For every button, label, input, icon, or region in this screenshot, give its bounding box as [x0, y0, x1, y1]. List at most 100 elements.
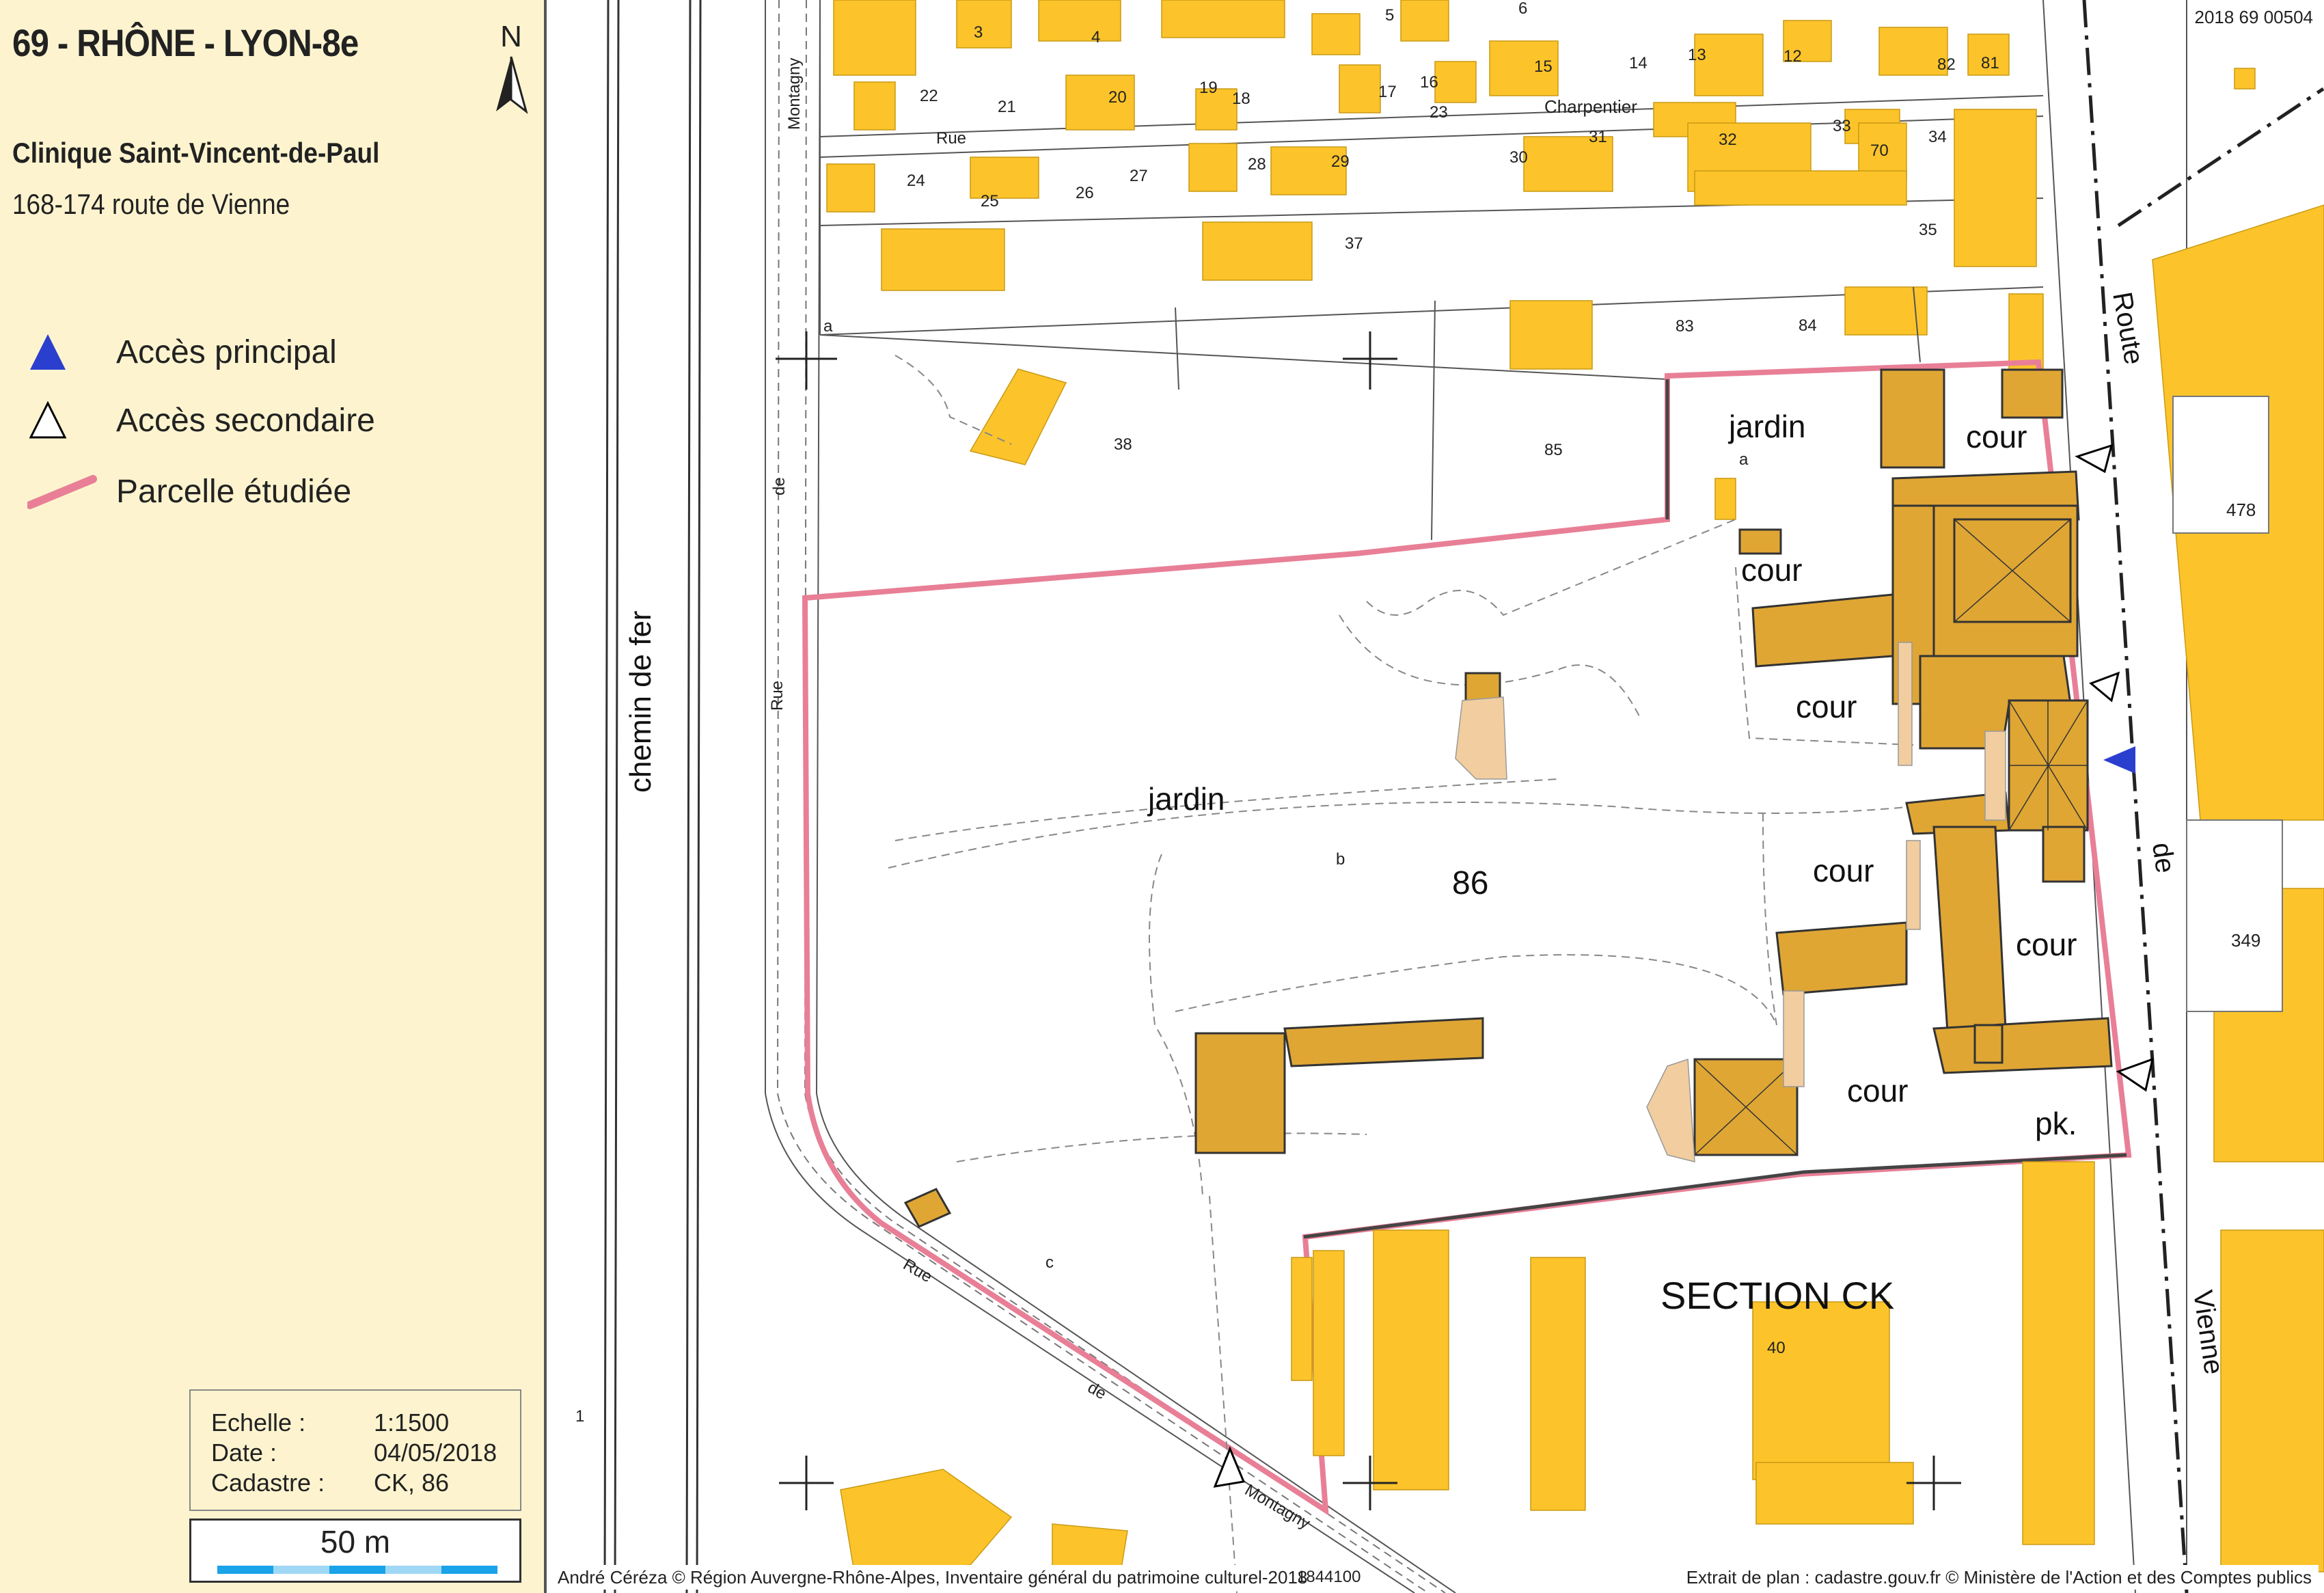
- svg-text:35: 35: [1919, 221, 1937, 239]
- svg-text:19: 19: [1199, 79, 1218, 97]
- svg-text:38: 38: [1114, 435, 1132, 454]
- cadastral-map[interactable]: chemin de fer 478 349 jardin jardin cour…: [547, 0, 2324, 1593]
- svg-text:23: 23: [1430, 103, 1448, 122]
- svg-text:70: 70: [1870, 141, 1889, 160]
- street-de-right: de: [2146, 841, 2181, 875]
- svg-text:85: 85: [1544, 441, 1563, 459]
- map-reference: 2018 69 00504: [2194, 7, 2313, 27]
- zone-cour-5: cour: [2016, 927, 2077, 962]
- svg-text:30: 30: [1509, 148, 1528, 167]
- top-buildings: [826, 0, 2044, 465]
- svg-text:21: 21: [998, 98, 1016, 116]
- street-de-bottom: de: [1084, 1378, 1110, 1404]
- date-value: 04/05/2018: [374, 1439, 497, 1467]
- zone-cour-1: cour: [1966, 419, 2027, 454]
- zone-cour-2: cour: [1741, 552, 1802, 588]
- page-title: 69 - RHÔNE - LYON-8e: [12, 21, 359, 64]
- legend-label: Accès secondaire: [116, 402, 375, 439]
- street-rue-top: Rue: [936, 129, 966, 148]
- legend-item-secondary-access: Accès secondaire: [27, 396, 375, 444]
- scale-bar: [217, 1566, 497, 1574]
- street-charpentier: Charpentier: [1544, 96, 1637, 117]
- cadastre-label: Cadastre :: [211, 1469, 325, 1497]
- railway-label: chemin de fer: [624, 610, 657, 793]
- map-info-box: Echelle : 1:1500 Date : 04/05/2018 Cadas…: [189, 1389, 521, 1511]
- svg-text:84: 84: [1799, 316, 1817, 335]
- sub-parcel-c: c: [1045, 1253, 1054, 1272]
- svg-text:1: 1: [575, 1407, 584, 1426]
- section-ck-buildings: [840, 1161, 2095, 1572]
- coordinate-label: 1844100: [1297, 1568, 1361, 1586]
- svg-text:37: 37: [1345, 234, 1363, 253]
- credit-left: André Céréza © Région Auvergne-Rhône-Alp…: [551, 1565, 1315, 1590]
- legend-label: Accès principal: [116, 333, 337, 370]
- pink-line-icon: [27, 475, 97, 509]
- section-label: SECTION CK: [1660, 1274, 1894, 1317]
- svg-text:20: 20: [1108, 88, 1127, 107]
- svg-text:29: 29: [1331, 152, 1350, 171]
- svg-text:34: 34: [1928, 128, 1947, 146]
- svg-text:27: 27: [1130, 167, 1148, 185]
- svg-text:5: 5: [1385, 6, 1394, 25]
- svg-text:15: 15: [1534, 57, 1553, 76]
- street-de-left: de: [770, 477, 789, 495]
- parcel-349: 349: [2231, 930, 2260, 951]
- studied-buildings: [903, 368, 2113, 1228]
- north-label: N: [500, 20, 522, 53]
- svg-text:28: 28: [1248, 155, 1266, 174]
- railway: [603, 0, 702, 1593]
- svg-text:16: 16: [1420, 73, 1438, 92]
- zone-cour-3: cour: [1796, 689, 1857, 724]
- north-arrow-icon: N: [496, 20, 528, 114]
- credit-right: Extrait de plan : cadastre.gouv.fr © Min…: [1679, 1565, 2319, 1590]
- outline-triangle-icon: [29, 400, 67, 439]
- street-montagny-top: Montagny: [785, 58, 804, 130]
- legend-item-studied-parcel: Parcelle étudiée: [27, 467, 351, 515]
- svg-text:18: 18: [1232, 90, 1250, 108]
- svg-text:24: 24: [907, 172, 925, 190]
- scale-label: Echelle :: [211, 1408, 306, 1437]
- svg-text:40: 40: [1767, 1339, 1786, 1357]
- main-access-marker: [2103, 746, 2135, 774]
- building-address: 168-174 route de Vienne: [12, 188, 290, 220]
- street-route: Route: [2107, 290, 2149, 367]
- svg-text:31: 31: [1589, 128, 1607, 146]
- sub-parcel-a: a: [1739, 450, 1749, 469]
- svg-text:14: 14: [1629, 54, 1648, 72]
- date-label: Date :: [211, 1439, 277, 1467]
- sidebar: 69 - RHÔNE - LYON-8e N Clinique Saint-Vi…: [0, 0, 547, 1593]
- scale-value: 1:1500: [374, 1408, 450, 1437]
- filled-triangle-icon: [30, 334, 66, 370]
- svg-text:6: 6: [1518, 0, 1527, 18]
- legend-item-main-access: Accès principal: [27, 328, 337, 376]
- zone-jardin-main: jardin: [1147, 781, 1225, 817]
- svg-text:3: 3: [974, 23, 983, 42]
- parcel-main-number: 86: [1452, 865, 1488, 901]
- svg-text:22: 22: [920, 87, 938, 105]
- svg-text:82: 82: [1937, 55, 1956, 74]
- svg-text:81: 81: [1981, 54, 1999, 72]
- cadastre-value: CK, 86: [374, 1469, 450, 1497]
- zone-cour-6: cour: [1847, 1073, 1908, 1108]
- svg-text:25: 25: [981, 192, 999, 210]
- scale-bar-box: 50 m: [189, 1519, 521, 1583]
- svg-text:83: 83: [1676, 317, 1694, 336]
- zone-parking: pk.: [2035, 1106, 2077, 1141]
- zone-cour-4: cour: [1813, 853, 1874, 888]
- building-name: Clinique Saint-Vincent-de-Paul: [12, 137, 380, 169]
- svg-text:12: 12: [1783, 47, 1802, 66]
- scale-bar-label: 50 m: [320, 1524, 391, 1560]
- svg-text:13: 13: [1688, 46, 1706, 64]
- zone-jardin-top: jardin: [1727, 409, 1806, 444]
- svg-text:32: 32: [1719, 131, 1737, 149]
- svg-text:17: 17: [1378, 83, 1397, 101]
- svg-text:4: 4: [1091, 28, 1100, 46]
- svg-text:26: 26: [1076, 184, 1094, 202]
- parcel-numbers: 3 4 5 6 22 21 20 19 18 17 16 23 15 14 13…: [575, 0, 1999, 1426]
- sub-parcel-a-left: a: [823, 317, 833, 336]
- street-rue-left: Rue: [768, 681, 787, 711]
- legend-label: Parcelle étudiée: [116, 473, 352, 510]
- sub-parcel-b: b: [1336, 850, 1345, 869]
- parcel-478: 478: [2226, 500, 2256, 520]
- svg-text:33: 33: [1833, 117, 1851, 135]
